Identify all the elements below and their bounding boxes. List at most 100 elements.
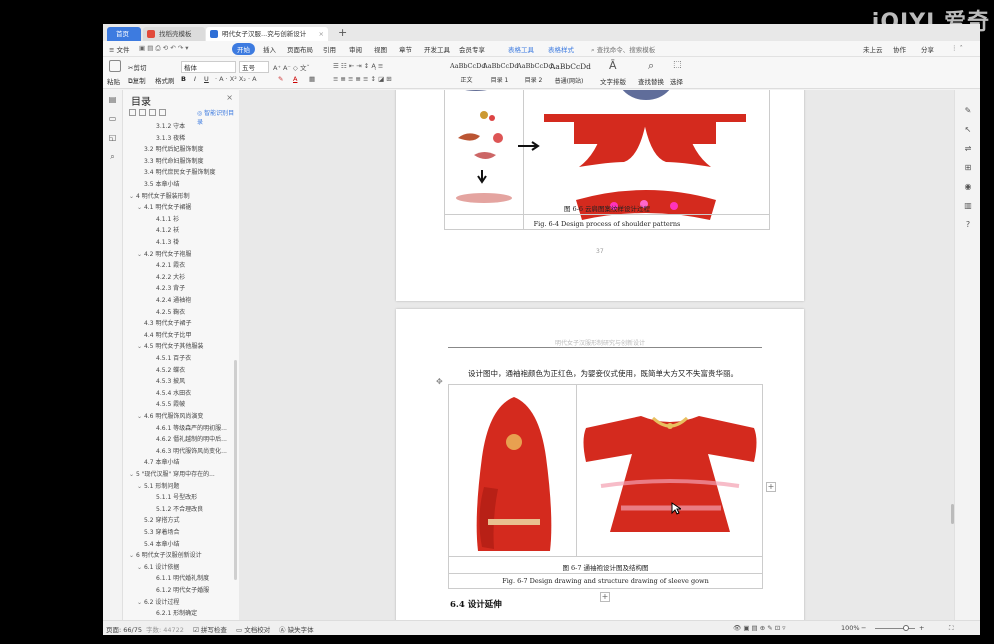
collaborate-button[interactable]: 协作 xyxy=(893,44,906,54)
word-count[interactable]: 字数: 44722 xyxy=(146,624,184,634)
chevron-down-icon[interactable]: ⌄ xyxy=(137,343,144,350)
menu-table-style[interactable]: 表格样式 xyxy=(548,44,574,54)
copy-button[interactable]: ⧉复制 xyxy=(128,75,146,86)
fullscreen-icon[interactable]: ⛶ xyxy=(949,624,954,633)
toc-item[interactable]: ⌄ 5 "现代汉服" 穿用中存在的... xyxy=(129,469,233,480)
layers-icon[interactable]: ⊞ xyxy=(963,163,973,173)
toc-item[interactable]: ⌄ 4 明代女子服装形制 xyxy=(129,191,233,202)
menu-developer[interactable]: 开发工具 xyxy=(424,44,450,54)
toc-item[interactable]: 4.2.5 鞠衣 xyxy=(149,307,233,318)
zoom-slider[interactable] xyxy=(875,628,915,629)
toc-item[interactable]: ⌄ 6 明代女子汉服创新设计 xyxy=(129,550,233,561)
italic-icon[interactable]: I xyxy=(194,75,196,83)
chevron-down-icon[interactable]: ⌄ xyxy=(137,483,144,490)
help-icon[interactable]: ? xyxy=(963,220,973,230)
new-tab-button[interactable]: + xyxy=(338,26,347,39)
toc-item[interactable]: 4.5.5 霞帔 xyxy=(149,399,233,410)
char-border-icon[interactable]: ▦ xyxy=(309,75,315,83)
adjust-icon[interactable]: ⇌ xyxy=(963,144,973,154)
menu-table-tools[interactable]: 表格工具 xyxy=(508,44,534,54)
style-normal[interactable]: AaBbCcDd 正文 xyxy=(450,59,486,85)
toc-item[interactable]: ⌄ 5.1 形制问题 xyxy=(137,481,233,492)
toc-item[interactable]: 4.2.2 大衫 xyxy=(149,272,233,283)
page-indicator[interactable]: 页面: 66/75 xyxy=(106,624,142,634)
size-select[interactable]: 五号 xyxy=(239,61,269,73)
toc-item[interactable]: 4.6.2 僭礼越制的明中后... xyxy=(149,434,233,445)
add-row-button[interactable]: + xyxy=(600,592,610,602)
menu-chapter[interactable]: 章节 xyxy=(399,44,412,54)
text-effects-icon[interactable]: · A · X² X₂ · A xyxy=(215,75,257,83)
zoom-slider-knob[interactable] xyxy=(903,625,909,631)
toc-item[interactable]: 4.3 明代女子裙子 xyxy=(137,318,233,329)
toc-item[interactable]: 4.7 本章小结 xyxy=(137,457,233,468)
chevron-down-icon[interactable]: ⌄ xyxy=(137,413,144,420)
toc-item[interactable]: 4.2.1 霞衣 xyxy=(149,260,233,271)
toc-item[interactable]: 4.2.4 通袖袍 xyxy=(149,295,233,306)
toc-item[interactable]: 3.5 本章小结 xyxy=(137,179,233,190)
toc-item[interactable]: ⌄ 4.1 明代女子裙裾 xyxy=(137,202,233,213)
chevron-down-icon[interactable]: ⌄ xyxy=(137,599,144,606)
file-menu[interactable]: ≡ 文件 xyxy=(109,44,130,54)
toc-item[interactable]: 4.5.3 披风 xyxy=(149,376,233,387)
format-painter-button[interactable]: 格式刷 xyxy=(155,75,175,85)
list-icons[interactable]: ☰ ☷ ⇤ ⇥ ↕ Ą ≡ xyxy=(333,62,383,70)
toc-item[interactable]: 4.1.3 褂 xyxy=(149,237,233,248)
toc-item[interactable]: 3.4 明代庶民女子服饰制度 xyxy=(137,167,233,178)
chevron-down-icon[interactable]: ⌄ xyxy=(137,204,144,211)
toc-item[interactable]: 4.6.3 明代服饰风尚变化... xyxy=(149,446,233,457)
folder-icon[interactable]: ▭ xyxy=(108,114,117,123)
style-toc2[interactable]: AaBbCcDd 目录 2 xyxy=(517,59,553,85)
toc-item[interactable]: 4.6.1 等级森严的明初服... xyxy=(149,423,233,434)
toc-item[interactable]: 5.1.2 不合理改良 xyxy=(149,504,233,515)
highlight-icon[interactable]: ✎ xyxy=(278,75,283,83)
toc-item[interactable]: ⌄ 4.6 明代服饰风尚演变 xyxy=(137,411,233,422)
chevron-down-icon[interactable]: ⌄ xyxy=(129,552,136,559)
menu-member[interactable]: 会员专享 xyxy=(459,44,485,54)
toc-item[interactable]: 5.1.1 号型改形 xyxy=(149,492,233,503)
edit-icon[interactable]: ✎ xyxy=(963,106,973,116)
text-layout-button[interactable]: 文字排版 xyxy=(600,76,626,86)
zoom-level[interactable]: 100% xyxy=(841,624,860,632)
style-toc1[interactable]: AaBbCcDd 目录 1 xyxy=(483,59,519,85)
toc-item[interactable]: 4.4 明代女子比甲 xyxy=(137,330,233,341)
toc-panel-icon[interactable]: ▤ xyxy=(108,95,117,104)
chevron-down-icon[interactable]: ⌄ xyxy=(137,564,144,571)
chevron-down-icon[interactable]: ⌄ xyxy=(129,471,136,478)
toc-item[interactable]: 6.1.1 明代婚礼制度 xyxy=(149,573,233,584)
toc-item[interactable]: ⌄ 4.5 明代女子其他服装 xyxy=(137,341,233,352)
toc-item[interactable]: 4.5.4 水田衣 xyxy=(149,388,233,399)
command-search[interactable]: ⌕ 查找命令、搜索模板 xyxy=(591,44,655,55)
underline-icon[interactable]: U xyxy=(204,75,209,83)
menu-insert[interactable]: 插入 xyxy=(263,44,276,54)
zoom-out-icon[interactable]: − xyxy=(861,624,866,632)
paste-icon[interactable] xyxy=(109,60,121,72)
toc-item[interactable]: 3.2 明代后妃服饰制度 xyxy=(137,144,233,155)
chevron-down-icon[interactable]: ⌄ xyxy=(129,193,136,200)
zoom-in-icon[interactable]: + xyxy=(919,624,924,632)
bookmark-icon[interactable]: ◱ xyxy=(108,133,117,142)
toc-item[interactable]: 5.3 穿着场合 xyxy=(137,527,233,538)
add-column-button[interactable]: + xyxy=(766,482,776,492)
find-replace-button[interactable]: 查找替换 xyxy=(638,76,664,86)
more-icon[interactable]: ⋮ ˄ xyxy=(951,44,963,52)
menu-view[interactable]: 视图 xyxy=(374,44,387,54)
menu-start[interactable]: 开始 xyxy=(232,43,255,55)
menu-reference[interactable]: 引用 xyxy=(323,44,336,54)
search-panel-icon[interactable]: ⌕ xyxy=(108,152,117,161)
missing-font-button[interactable]: Ⓐ 缺失字体 xyxy=(279,624,314,634)
select-button[interactable]: 选择 xyxy=(670,76,683,86)
toc-item[interactable]: 6.1.2 明代女子婚服 xyxy=(149,585,233,596)
toc-item[interactable]: 3.1.2 守本 xyxy=(149,121,233,132)
font-select[interactable]: 楷体 xyxy=(181,61,236,73)
toc-item[interactable]: 4.1.2 袄 xyxy=(149,225,233,236)
toc-item[interactable]: 5.4 本章小结 xyxy=(137,539,233,550)
toc-item[interactable]: 3.3 明代命妇服饰制度 xyxy=(137,156,233,167)
toc-item[interactable]: 3.1.3 夜稀 xyxy=(149,133,233,144)
tab-home[interactable]: 首页 xyxy=(107,27,141,41)
toc-item[interactable]: 4.1.1 衫 xyxy=(149,214,233,225)
bold-icon[interactable]: B xyxy=(181,75,186,83)
spell-check-button[interactable]: ☑ 拼写检查 xyxy=(193,624,227,634)
toc-item[interactable]: 5.2 穿搭方式 xyxy=(137,515,233,526)
align-icons[interactable]: ≡ ≣ ≡ ≣ ≡ ↕ ◪ ⊞ xyxy=(333,75,392,83)
menu-review[interactable]: 审阅 xyxy=(349,44,362,54)
